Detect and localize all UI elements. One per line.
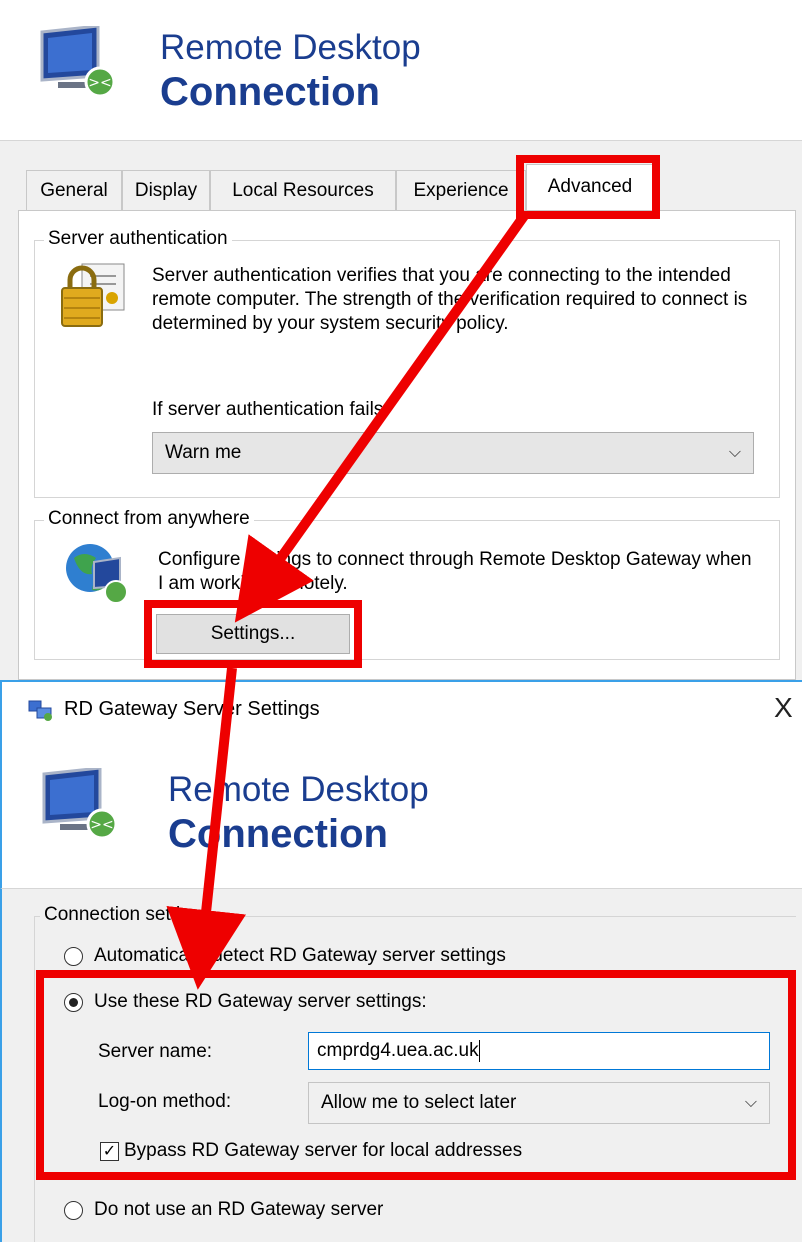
server-authentication-description: Server authentication verifies that you … <box>152 265 748 334</box>
app-title-line2: Connection <box>160 70 380 114</box>
highlight-settings-button <box>144 600 362 668</box>
remote-desktop-logo-icon: >< <box>42 768 118 840</box>
radio-no-gateway[interactable] <box>64 1201 83 1220</box>
close-icon[interactable]: X <box>774 692 793 724</box>
remote-desktop-logo-icon: >< <box>40 26 116 98</box>
radio-auto-detect[interactable] <box>64 947 83 966</box>
tab-experience[interactable]: Experience <box>396 170 526 210</box>
chevron-down-icon: ⌵ <box>728 444 741 461</box>
tab-general[interactable]: General <box>26 170 122 210</box>
dialog-title: RD Gateway Server Settings <box>64 698 320 720</box>
server-authentication-label: Server authentication <box>44 228 232 250</box>
connect-from-anywhere-description: Configure settings to connect through Re… <box>158 549 752 594</box>
server-authentication-fail-label: If server authentication fails: <box>152 399 389 420</box>
server-authentication-fail-select[interactable]: Warn me ⌵ <box>152 432 754 474</box>
tab-local-resources[interactable]: Local Resources <box>210 170 396 210</box>
globe-monitor-icon <box>66 544 128 604</box>
tab-display[interactable]: Display <box>122 170 210 210</box>
svg-text:><: >< <box>90 817 113 833</box>
top-window-banner: >< Remote Desktop Connection <box>0 0 802 140</box>
svg-text:><: >< <box>88 75 111 91</box>
highlight-gateway-settings <box>36 970 796 1180</box>
rd-gateway-app-icon <box>28 700 52 721</box>
dialog-banner: >< Remote Desktop Connection <box>0 742 802 888</box>
dialog-banner-line1: Remote Desktop <box>168 770 429 809</box>
radio-auto-detect-label: Automatically detect RD Gateway server s… <box>94 945 506 966</box>
radio-no-gateway-label: Do not use an RD Gateway server <box>94 1199 384 1220</box>
highlight-advanced-tab <box>516 155 660 219</box>
lock-certificate-icon <box>61 263 125 327</box>
server-authentication-fail-value: Warn me <box>165 442 242 463</box>
connect-from-anywhere-label: Connect from anywhere <box>44 508 254 530</box>
dialog-banner-line2: Connection <box>168 812 388 856</box>
app-title-line1: Remote Desktop <box>160 28 421 67</box>
connection-settings-label: Connection settings <box>40 904 215 926</box>
